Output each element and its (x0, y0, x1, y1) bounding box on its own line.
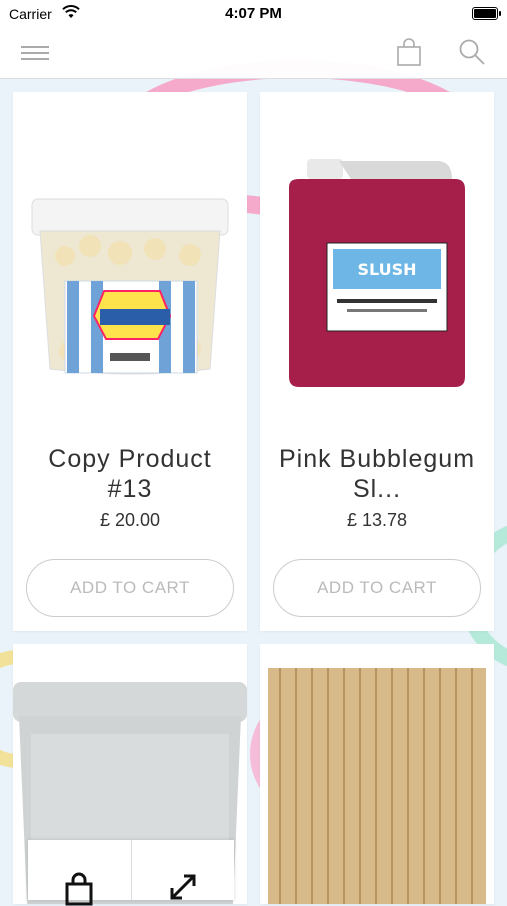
search-icon[interactable] (458, 38, 486, 66)
quick-add-button[interactable] (28, 840, 131, 906)
expand-icon (170, 874, 196, 900)
wooden-sticks-image (268, 668, 486, 904)
quick-actions (28, 840, 235, 906)
product-image-popcorn[interactable] (13, 92, 247, 430)
product-price: £ 13.78 (346, 510, 408, 530)
battery-icon (472, 7, 501, 20)
product-card[interactable]: Copy Product #13 £ 20.00 ADD TO CART (13, 92, 247, 631)
shopping-bag-icon[interactable] (396, 37, 422, 67)
product-title[interactable]: Pink Bubblegum Sl... (260, 444, 494, 504)
add-to-cart-button[interactable]: ADD TO CART (273, 559, 481, 617)
product-title[interactable]: Copy Product #13 (13, 444, 247, 504)
popcorn-tub-image (31, 198, 229, 375)
product-image-slush-syrup[interactable]: SLUSH (260, 92, 494, 430)
status-time: 4:07 PM (225, 5, 282, 22)
slush-syrup-bottle-image: SLUSH (289, 159, 465, 387)
quick-view-button[interactable] (131, 840, 235, 900)
hamburger-icon[interactable] (21, 42, 49, 64)
product-card[interactable]: SLUSH Pink Bubblegum Sl... £ 13.78 ADD T… (260, 92, 494, 631)
add-to-cart-button[interactable]: ADD TO CART (26, 559, 234, 617)
product-card[interactable] (260, 644, 494, 904)
product-price: £ 20.00 (99, 510, 161, 530)
shopping-bag-icon (65, 872, 93, 906)
top-navbar (0, 28, 507, 79)
svg-text:SLUSH: SLUSH (357, 260, 416, 279)
product-image-sticks[interactable] (260, 644, 494, 904)
status-bar: Carrier 4:07 PM (0, 0, 507, 28)
